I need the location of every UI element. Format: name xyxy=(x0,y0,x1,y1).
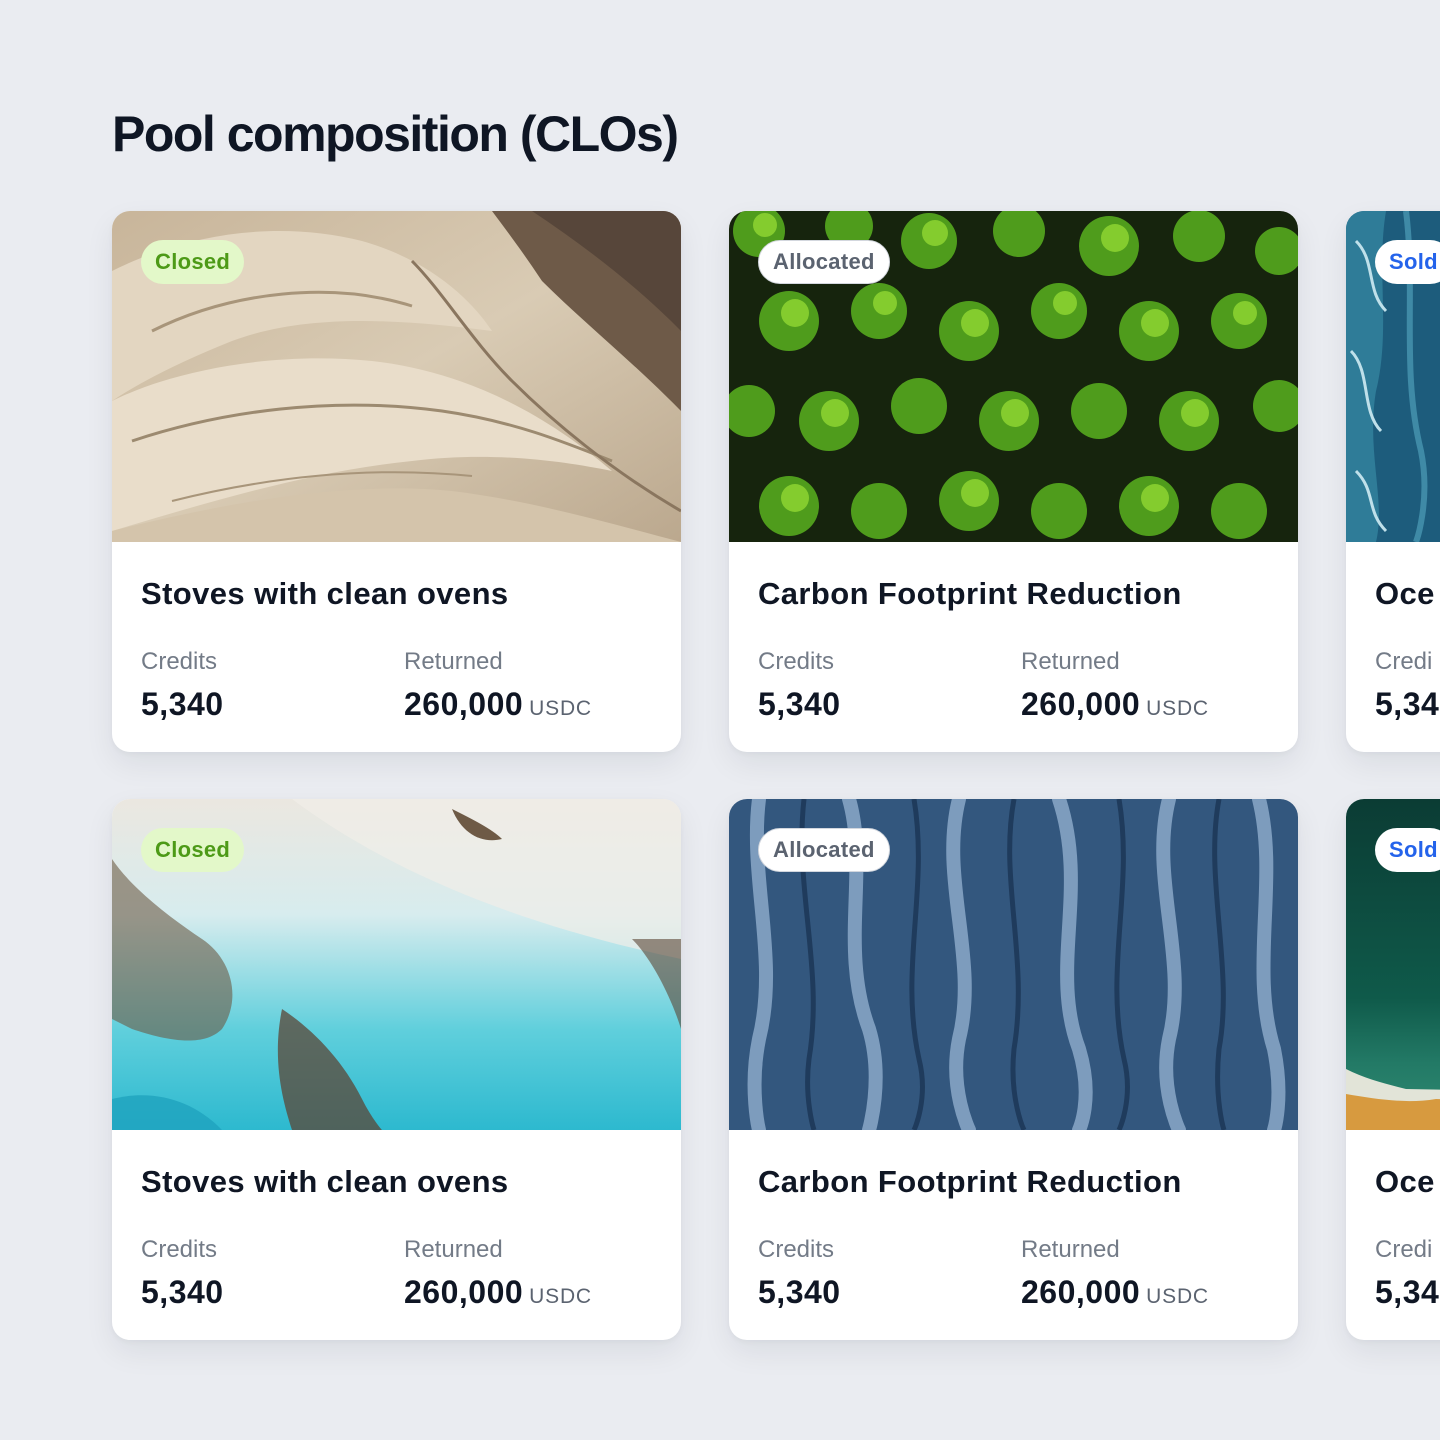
returned-value-wrap: 260,000 USDC xyxy=(1021,685,1209,728)
credits-label: Credits xyxy=(141,1236,218,1263)
returned-stat: Returned 260,000 USDC xyxy=(1021,1235,1209,1316)
blue-eroded-terrain-image: Allocated xyxy=(729,799,1298,1130)
status-badge: Closed xyxy=(141,828,245,872)
returned-unit: USDC xyxy=(529,1285,592,1308)
credits-label: Credits xyxy=(141,648,218,675)
credits-stat: Credits 5,340 xyxy=(758,647,841,723)
desert-mountain-image: Closed xyxy=(112,211,681,542)
clo-card[interactable]: Sold Oce Credi 5,34 xyxy=(1346,211,1440,752)
credits-stat: Credi 5,34 xyxy=(1375,1235,1439,1311)
clo-card[interactable]: Allocated Carbon Footprint Reduction Cre… xyxy=(729,799,1298,1340)
credits-label: Credits xyxy=(758,648,835,675)
credits-stat: Credits 5,340 xyxy=(758,1235,841,1311)
credits-stat: Credits 5,340 xyxy=(141,647,224,723)
returned-label: Returned xyxy=(1021,1236,1120,1263)
status-badge: Allocated xyxy=(758,240,890,284)
returned-unit: USDC xyxy=(529,697,592,720)
credits-label: Credi xyxy=(1375,648,1433,675)
returned-value-wrap: 260,000 USDC xyxy=(404,1273,592,1316)
card-title: Stoves with clean ovens xyxy=(141,1164,509,1199)
credits-value: 5,340 xyxy=(141,1274,224,1310)
status-badge: Allocated xyxy=(758,828,890,872)
returned-value: 260,000 xyxy=(1021,1274,1141,1310)
clo-card[interactable]: Sold Oce Credi 5,34 xyxy=(1346,799,1440,1340)
status-badge: Sold xyxy=(1375,240,1440,284)
returned-unit: USDC xyxy=(1146,1285,1209,1308)
status-badge: Sold xyxy=(1375,828,1440,872)
returned-value: 260,000 xyxy=(404,686,524,722)
returned-stat: Returned 260,000 USDC xyxy=(1021,647,1209,728)
pool-composition-page: Pool composition (CLOs) Closed Stoves wi… xyxy=(0,0,1440,1440)
returned-value: 260,000 xyxy=(404,1274,524,1310)
card-title: Oce xyxy=(1375,1164,1435,1199)
returned-value-wrap: 260,000 USDC xyxy=(404,685,592,728)
credits-value: 5,34 xyxy=(1375,686,1440,722)
credits-value: 5,34 xyxy=(1375,1274,1440,1310)
card-title: Carbon Footprint Reduction xyxy=(758,1164,1182,1199)
returned-label: Returned xyxy=(1021,648,1120,675)
credits-label: Credits xyxy=(758,1236,835,1263)
credits-value: 5,340 xyxy=(758,686,841,722)
returned-unit: USDC xyxy=(1146,697,1209,720)
credits-value: 5,340 xyxy=(141,686,224,722)
turquoise-shore-image: Closed xyxy=(112,799,681,1130)
page-title: Pool composition (CLOs) xyxy=(112,106,679,162)
card-title: Oce xyxy=(1375,576,1435,611)
credits-stat: Credi 5,34 xyxy=(1375,647,1439,723)
card-title: Stoves with clean ovens xyxy=(141,576,509,611)
returned-stat: Returned 260,000 USDC xyxy=(404,1235,592,1316)
credits-value: 5,340 xyxy=(758,1274,841,1310)
clo-card[interactable]: Closed Stoves with clean ovens Credits 5… xyxy=(112,799,681,1340)
returned-value: 260,000 xyxy=(1021,686,1141,722)
credits-label: Credi xyxy=(1375,1236,1433,1263)
returned-value-wrap: 260,000 USDC xyxy=(1021,1273,1209,1316)
green-sea-beach-image: Sold xyxy=(1346,799,1440,1130)
credits-stat: Credits 5,340 xyxy=(141,1235,224,1311)
card-title: Carbon Footprint Reduction xyxy=(758,576,1182,611)
forest-treetops-image: Allocated xyxy=(729,211,1298,542)
returned-label: Returned xyxy=(404,1236,503,1263)
clo-card[interactable]: Allocated Carbon Footprint Reduction Cre… xyxy=(729,211,1298,752)
returned-stat: Returned 260,000 USDC xyxy=(404,647,592,728)
ocean-waves-image: Sold xyxy=(1346,211,1440,542)
status-badge: Closed xyxy=(141,240,245,284)
clo-card[interactable]: Closed Stoves with clean ovens Credits 5… xyxy=(112,211,681,752)
returned-label: Returned xyxy=(404,648,503,675)
